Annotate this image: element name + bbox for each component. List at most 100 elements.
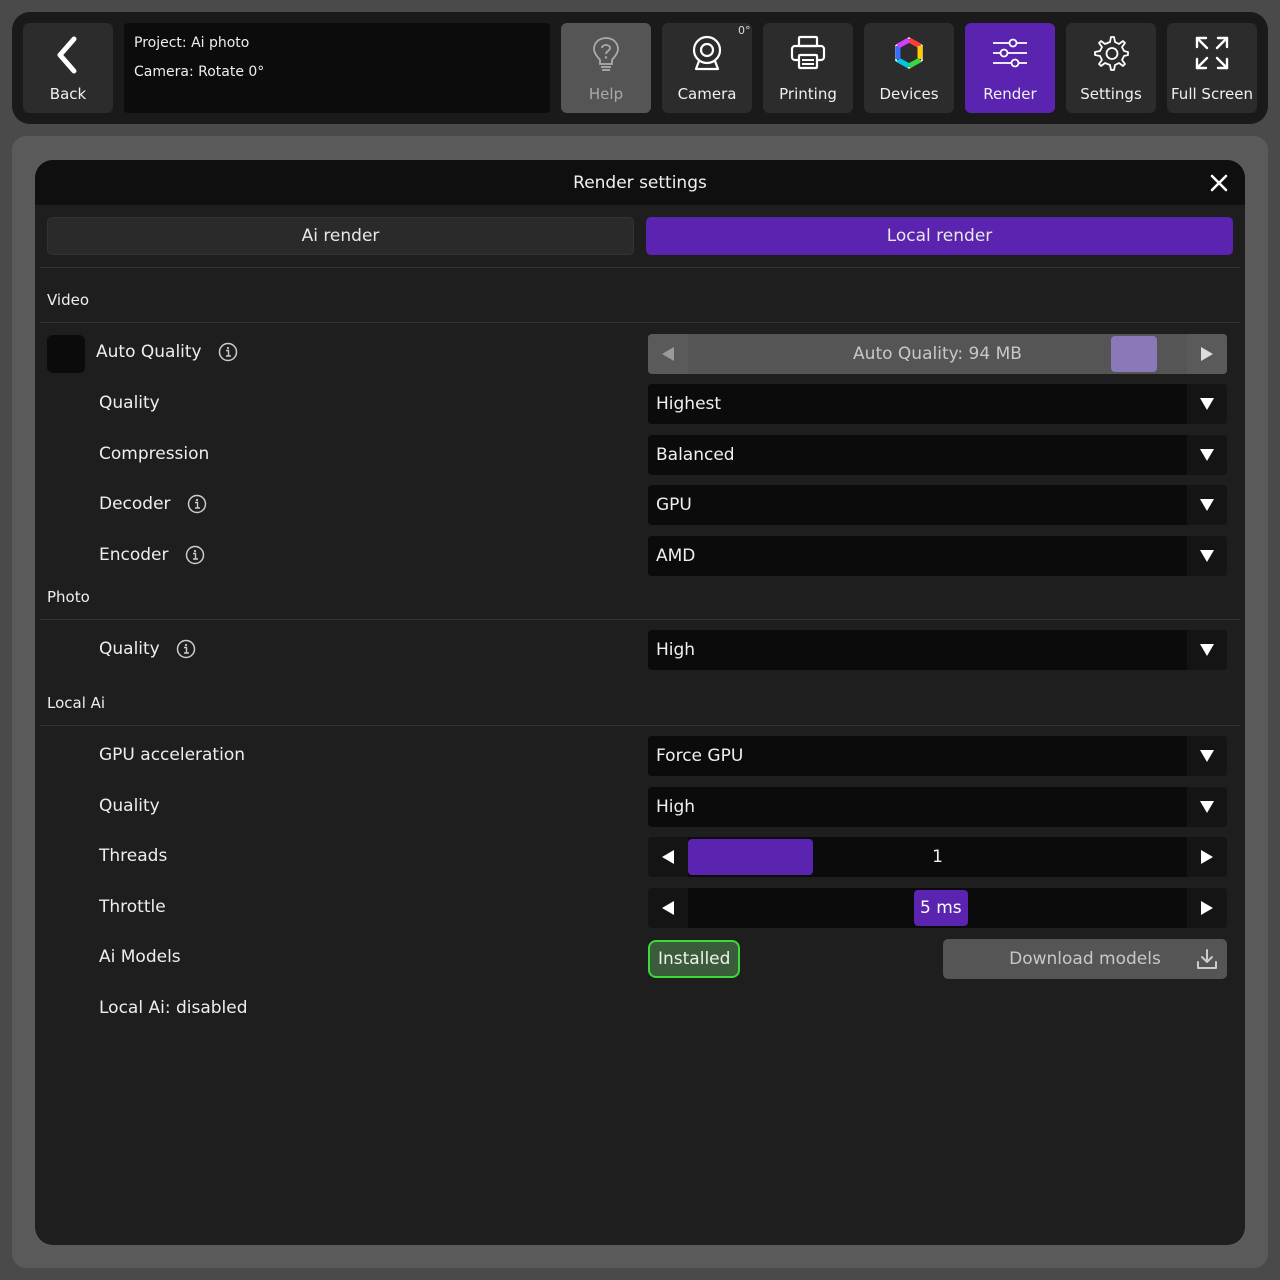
chevron-down-icon: [1187, 384, 1227, 424]
section-local-ai-title: Local Ai: [47, 694, 106, 712]
devices-button[interactable]: Devices: [864, 23, 954, 113]
compression-dropdown[interactable]: Balanced: [648, 435, 1227, 475]
back-label: Back: [49, 85, 87, 103]
throttle-slider[interactable]: 5 ms: [648, 888, 1227, 928]
printing-button[interactable]: Printing: [763, 23, 853, 113]
printing-label: Printing: [779, 85, 837, 103]
back-button[interactable]: Back: [23, 23, 113, 113]
chevron-left-icon: [57, 36, 77, 74]
dropdown-value: Highest: [656, 394, 722, 414]
divider: [40, 322, 1240, 323]
dropdown-value: High: [656, 640, 696, 660]
triangle-left-icon: [662, 850, 674, 864]
chevron-down-icon: [1187, 630, 1227, 670]
camera-rotation-badge: 0°: [738, 24, 751, 37]
decoder-dropdown[interactable]: GPU: [648, 485, 1227, 525]
increase-button[interactable]: [1187, 334, 1227, 374]
tab-ai-render[interactable]: Ai render: [47, 217, 634, 255]
auto-quality-slider[interactable]: Auto Quality: 94 MB: [648, 334, 1227, 374]
download-models-button[interactable]: Download models: [943, 939, 1227, 979]
divider: [40, 619, 1240, 620]
render-button[interactable]: Render: [965, 23, 1055, 113]
project-name: Project: Ai photo: [134, 35, 250, 51]
info-icon[interactable]: [187, 494, 207, 514]
triangle-right-icon: [1201, 850, 1213, 864]
download-models-label: Download models: [1009, 949, 1161, 969]
throttle-thumb[interactable]: 5 ms: [914, 890, 968, 926]
fullscreen-icon: [1195, 36, 1229, 70]
info-icon[interactable]: [218, 342, 238, 362]
help-label: Help: [588, 85, 624, 103]
info-icon[interactable]: [176, 639, 196, 659]
project-info: Project: Ai photo Camera: Rotate 0°: [124, 23, 550, 113]
divider: [40, 267, 1240, 268]
decrease-button[interactable]: [648, 837, 688, 877]
settings-button[interactable]: Settings: [1066, 23, 1156, 113]
chevron-down-icon: [1187, 787, 1227, 827]
camera-label: Camera: [677, 85, 737, 103]
local-ai-status: Local Ai: disabled: [99, 998, 248, 1018]
encoder-row-label: Encoder: [99, 545, 205, 565]
throttle-label: Throttle: [99, 897, 166, 917]
gpu-acceleration-dropdown[interactable]: Force GPU: [648, 736, 1227, 776]
threads-value: 1: [932, 847, 943, 867]
triangle-right-icon: [1201, 347, 1213, 361]
render-tabs: Ai render Local render: [47, 217, 1233, 255]
camera-status: Camera: Rotate 0°: [134, 64, 265, 80]
dialog-header: Render settings: [35, 160, 1245, 205]
video-quality-dropdown[interactable]: Highest: [648, 384, 1227, 424]
slider-thumb[interactable]: [1111, 336, 1157, 372]
help-button[interactable]: Help: [561, 23, 651, 113]
increase-button[interactable]: [1187, 837, 1227, 877]
download-icon: [1197, 949, 1217, 969]
decoder-label: Decoder: [99, 494, 171, 514]
auto-quality-checkbox[interactable]: [47, 335, 85, 373]
encoder-label: Encoder: [99, 545, 169, 565]
video-quality-label: Quality: [99, 393, 160, 413]
tab-local-render[interactable]: Local render: [646, 217, 1233, 255]
threads-slider[interactable]: 1: [648, 837, 1227, 877]
sliders-icon: [993, 38, 1027, 68]
devices-icon: [895, 37, 923, 69]
decrease-button[interactable]: [648, 334, 688, 374]
settings-label: Settings: [1080, 85, 1142, 103]
help-icon: [593, 37, 619, 71]
chevron-down-icon: [1187, 736, 1227, 776]
fullscreen-button[interactable]: Full Screen: [1167, 23, 1257, 113]
photo-quality-label: Quality: [99, 639, 160, 659]
dropdown-value: High: [656, 797, 696, 817]
ai-quality-dropdown[interactable]: High: [648, 787, 1227, 827]
slider-track[interactable]: 5 ms: [688, 888, 1187, 928]
printer-icon: [790, 35, 826, 70]
gear-icon: [1094, 36, 1129, 71]
render-settings-dialog: Render settings Ai render Local render V…: [35, 160, 1245, 1245]
top-toolbar: Back Project: Ai photo Camera: Rotate 0°…: [12, 12, 1268, 124]
ai-quality-label: Quality: [99, 796, 160, 816]
info-icon[interactable]: [185, 545, 205, 565]
auto-quality-label: Auto Quality: [96, 342, 202, 362]
increase-button[interactable]: [1187, 888, 1227, 928]
decrease-button[interactable]: [648, 888, 688, 928]
chevron-down-icon: [1187, 435, 1227, 475]
chevron-down-icon: [1187, 485, 1227, 525]
slider-track[interactable]: Auto Quality: 94 MB: [688, 334, 1187, 374]
slider-track[interactable]: 1: [688, 837, 1187, 877]
decoder-row-label: Decoder: [99, 494, 207, 514]
ai-models-label: Ai Models: [99, 947, 181, 967]
chevron-down-icon: [1187, 536, 1227, 576]
divider: [40, 725, 1240, 726]
dropdown-value: Balanced: [656, 445, 735, 465]
close-icon[interactable]: [1207, 171, 1231, 195]
photo-quality-dropdown[interactable]: High: [648, 630, 1227, 670]
auto-quality-row-label: Auto Quality: [96, 342, 238, 362]
models-installed-badge: Installed: [648, 940, 741, 978]
devices-label: Devices: [879, 85, 939, 103]
dialog-title: Render settings: [573, 172, 707, 193]
triangle-left-icon: [662, 347, 674, 361]
dropdown-value: GPU: [656, 495, 692, 515]
section-photo-title: Photo: [47, 588, 90, 606]
threads-label: Threads: [99, 846, 168, 866]
encoder-dropdown[interactable]: AMD: [648, 536, 1227, 576]
dropdown-value: AMD: [656, 546, 696, 566]
compression-label: Compression: [99, 444, 210, 464]
